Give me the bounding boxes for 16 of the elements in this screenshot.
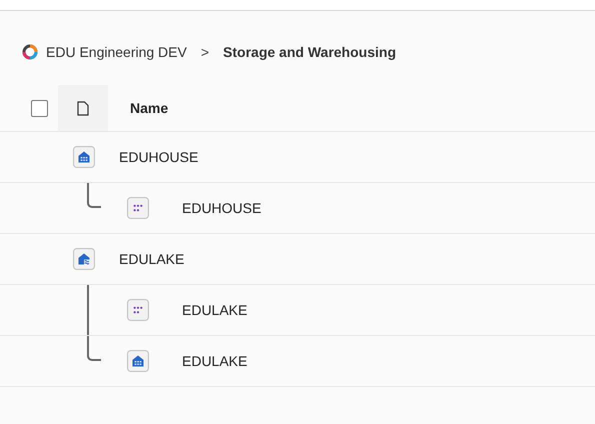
lakehouse-icon [73, 248, 95, 270]
warehouse-icon [73, 146, 95, 168]
column-header[interactable]: Name [130, 100, 168, 116]
item-name[interactable]: EDULAKE [182, 302, 248, 318]
item-name[interactable]: EDUHOUSE [182, 200, 262, 216]
workspace-icon [22, 44, 38, 60]
breadcrumb-separator: > [200, 44, 210, 60]
item-name[interactable]: EDULAKE [182, 353, 248, 369]
item-name[interactable]: EDUHOUSE [119, 149, 198, 165]
tree-connector [87, 183, 101, 208]
select-all-checkbox[interactable] [31, 100, 48, 116]
warehouse-icon [127, 350, 149, 372]
file-icon [77, 100, 89, 116]
current-page: Storage and Warehousing [223, 44, 396, 60]
item-name[interactable]: EDULAKE [119, 251, 184, 267]
workspace-link[interactable]: EDU Engineering DEV [46, 44, 187, 60]
